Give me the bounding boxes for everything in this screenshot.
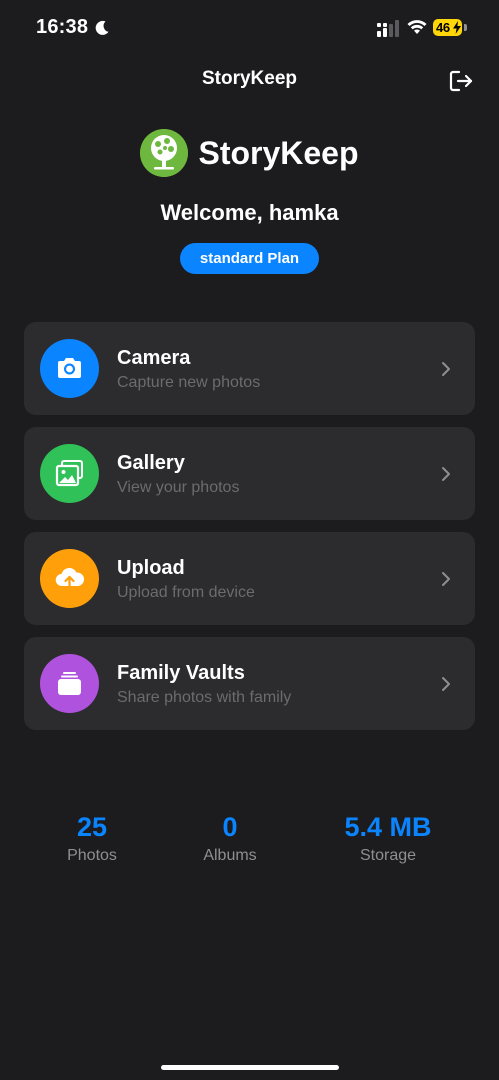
menu-item-family-vaults[interactable]: Family Vaults Share photos with family xyxy=(24,637,475,730)
menu-title: Upload xyxy=(117,557,185,579)
camera-icon xyxy=(40,339,99,398)
signal-icon xyxy=(377,20,399,37)
chevron-right-icon xyxy=(442,677,450,691)
menu-item-gallery[interactable]: Gallery View your photos xyxy=(24,427,475,520)
menu-subtitle: Upload from device xyxy=(117,584,255,601)
status-bar: 16:38 46 xyxy=(0,0,499,56)
stat-photos: 25 Photos xyxy=(12,812,172,865)
battery-cap xyxy=(464,24,467,31)
menu-item-camera[interactable]: Camera Capture new photos xyxy=(24,322,475,415)
nav-title: StoryKeep xyxy=(201,68,298,89)
menu-subtitle: Share photos with family xyxy=(117,689,292,706)
menu-item-upload[interactable]: Upload Upload from device xyxy=(24,532,475,625)
stat-label: Photos xyxy=(67,847,117,864)
menu-title: Camera xyxy=(117,347,191,369)
stat-value: 25 xyxy=(76,812,108,842)
gallery-icon xyxy=(40,444,99,503)
stat-label: Storage xyxy=(359,847,417,864)
charging-bolt-icon xyxy=(453,21,461,34)
tree-logo-icon xyxy=(140,129,189,177)
cloud-upload-icon xyxy=(40,549,99,608)
menu-title: Gallery xyxy=(117,452,185,474)
battery-icon: 46 xyxy=(433,19,467,37)
stat-storage: 5.4 MB Storage xyxy=(308,812,468,865)
brand-name: StoryKeep xyxy=(198,134,359,171)
menu-subtitle: Capture new photos xyxy=(117,374,261,391)
stat-albums: 0 Albums xyxy=(150,812,310,865)
stat-value: 0 xyxy=(222,812,238,842)
moon-icon xyxy=(95,20,109,35)
welcome-text: Welcome, hamka xyxy=(160,200,339,225)
chevron-right-icon xyxy=(442,362,450,376)
chevron-right-icon xyxy=(442,572,450,586)
menu-title: Family Vaults xyxy=(117,662,245,684)
stat-label: Albums xyxy=(203,847,257,864)
status-time: 16:38 xyxy=(36,16,89,38)
brand: StoryKeep xyxy=(0,128,499,178)
stat-value: 5.4 MB xyxy=(344,812,432,842)
logout-icon[interactable] xyxy=(448,68,474,94)
wifi-icon xyxy=(407,20,427,34)
plan-badge: standard Plan xyxy=(180,243,319,274)
vault-icon xyxy=(40,654,99,713)
home-indicator[interactable] xyxy=(161,1065,339,1070)
chevron-right-icon xyxy=(442,467,450,481)
menu-subtitle: View your photos xyxy=(117,479,240,496)
